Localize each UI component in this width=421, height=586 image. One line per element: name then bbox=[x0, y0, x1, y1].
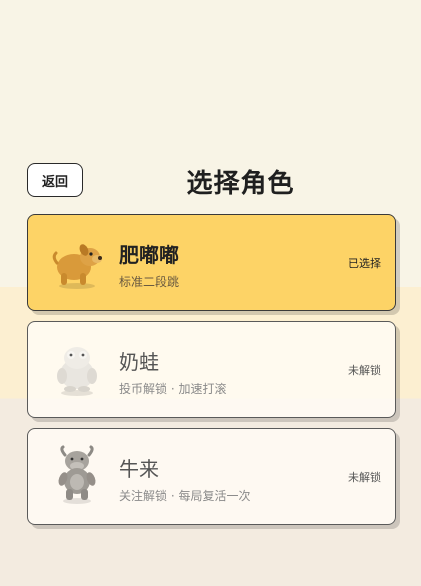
character-card-naiwa[interactable]: 奶蛙 投币解锁 · 加速打滚 未解锁 bbox=[27, 321, 396, 418]
character-card-feidudu[interactable]: 肥嘟嘟 标准二段跳 已选择 bbox=[27, 214, 396, 311]
status-label: 已选择 bbox=[348, 257, 381, 270]
status-label: 未解锁 bbox=[348, 471, 381, 484]
cow-icon bbox=[46, 445, 108, 507]
character-name: 奶蛙 bbox=[119, 350, 159, 374]
white-frog-icon bbox=[46, 338, 108, 400]
character-card-niulai[interactable]: 牛来 关注解锁 · 每局复活一次 未解锁 bbox=[27, 428, 396, 525]
character-name: 牛来 bbox=[119, 457, 159, 481]
yellow-dog-icon bbox=[46, 231, 108, 293]
page-title: 选择角色 bbox=[186, 168, 295, 199]
character-name: 肥嘟嘟 bbox=[119, 243, 179, 267]
back-button[interactable]: 返回 bbox=[27, 163, 83, 197]
character-desc: 投币解锁 · 加速打滚 bbox=[119, 382, 227, 396]
character-desc: 标准二段跳 bbox=[119, 275, 180, 289]
status-label: 未解锁 bbox=[348, 364, 381, 377]
character-desc: 关注解锁 · 每局复活一次 bbox=[119, 489, 251, 503]
